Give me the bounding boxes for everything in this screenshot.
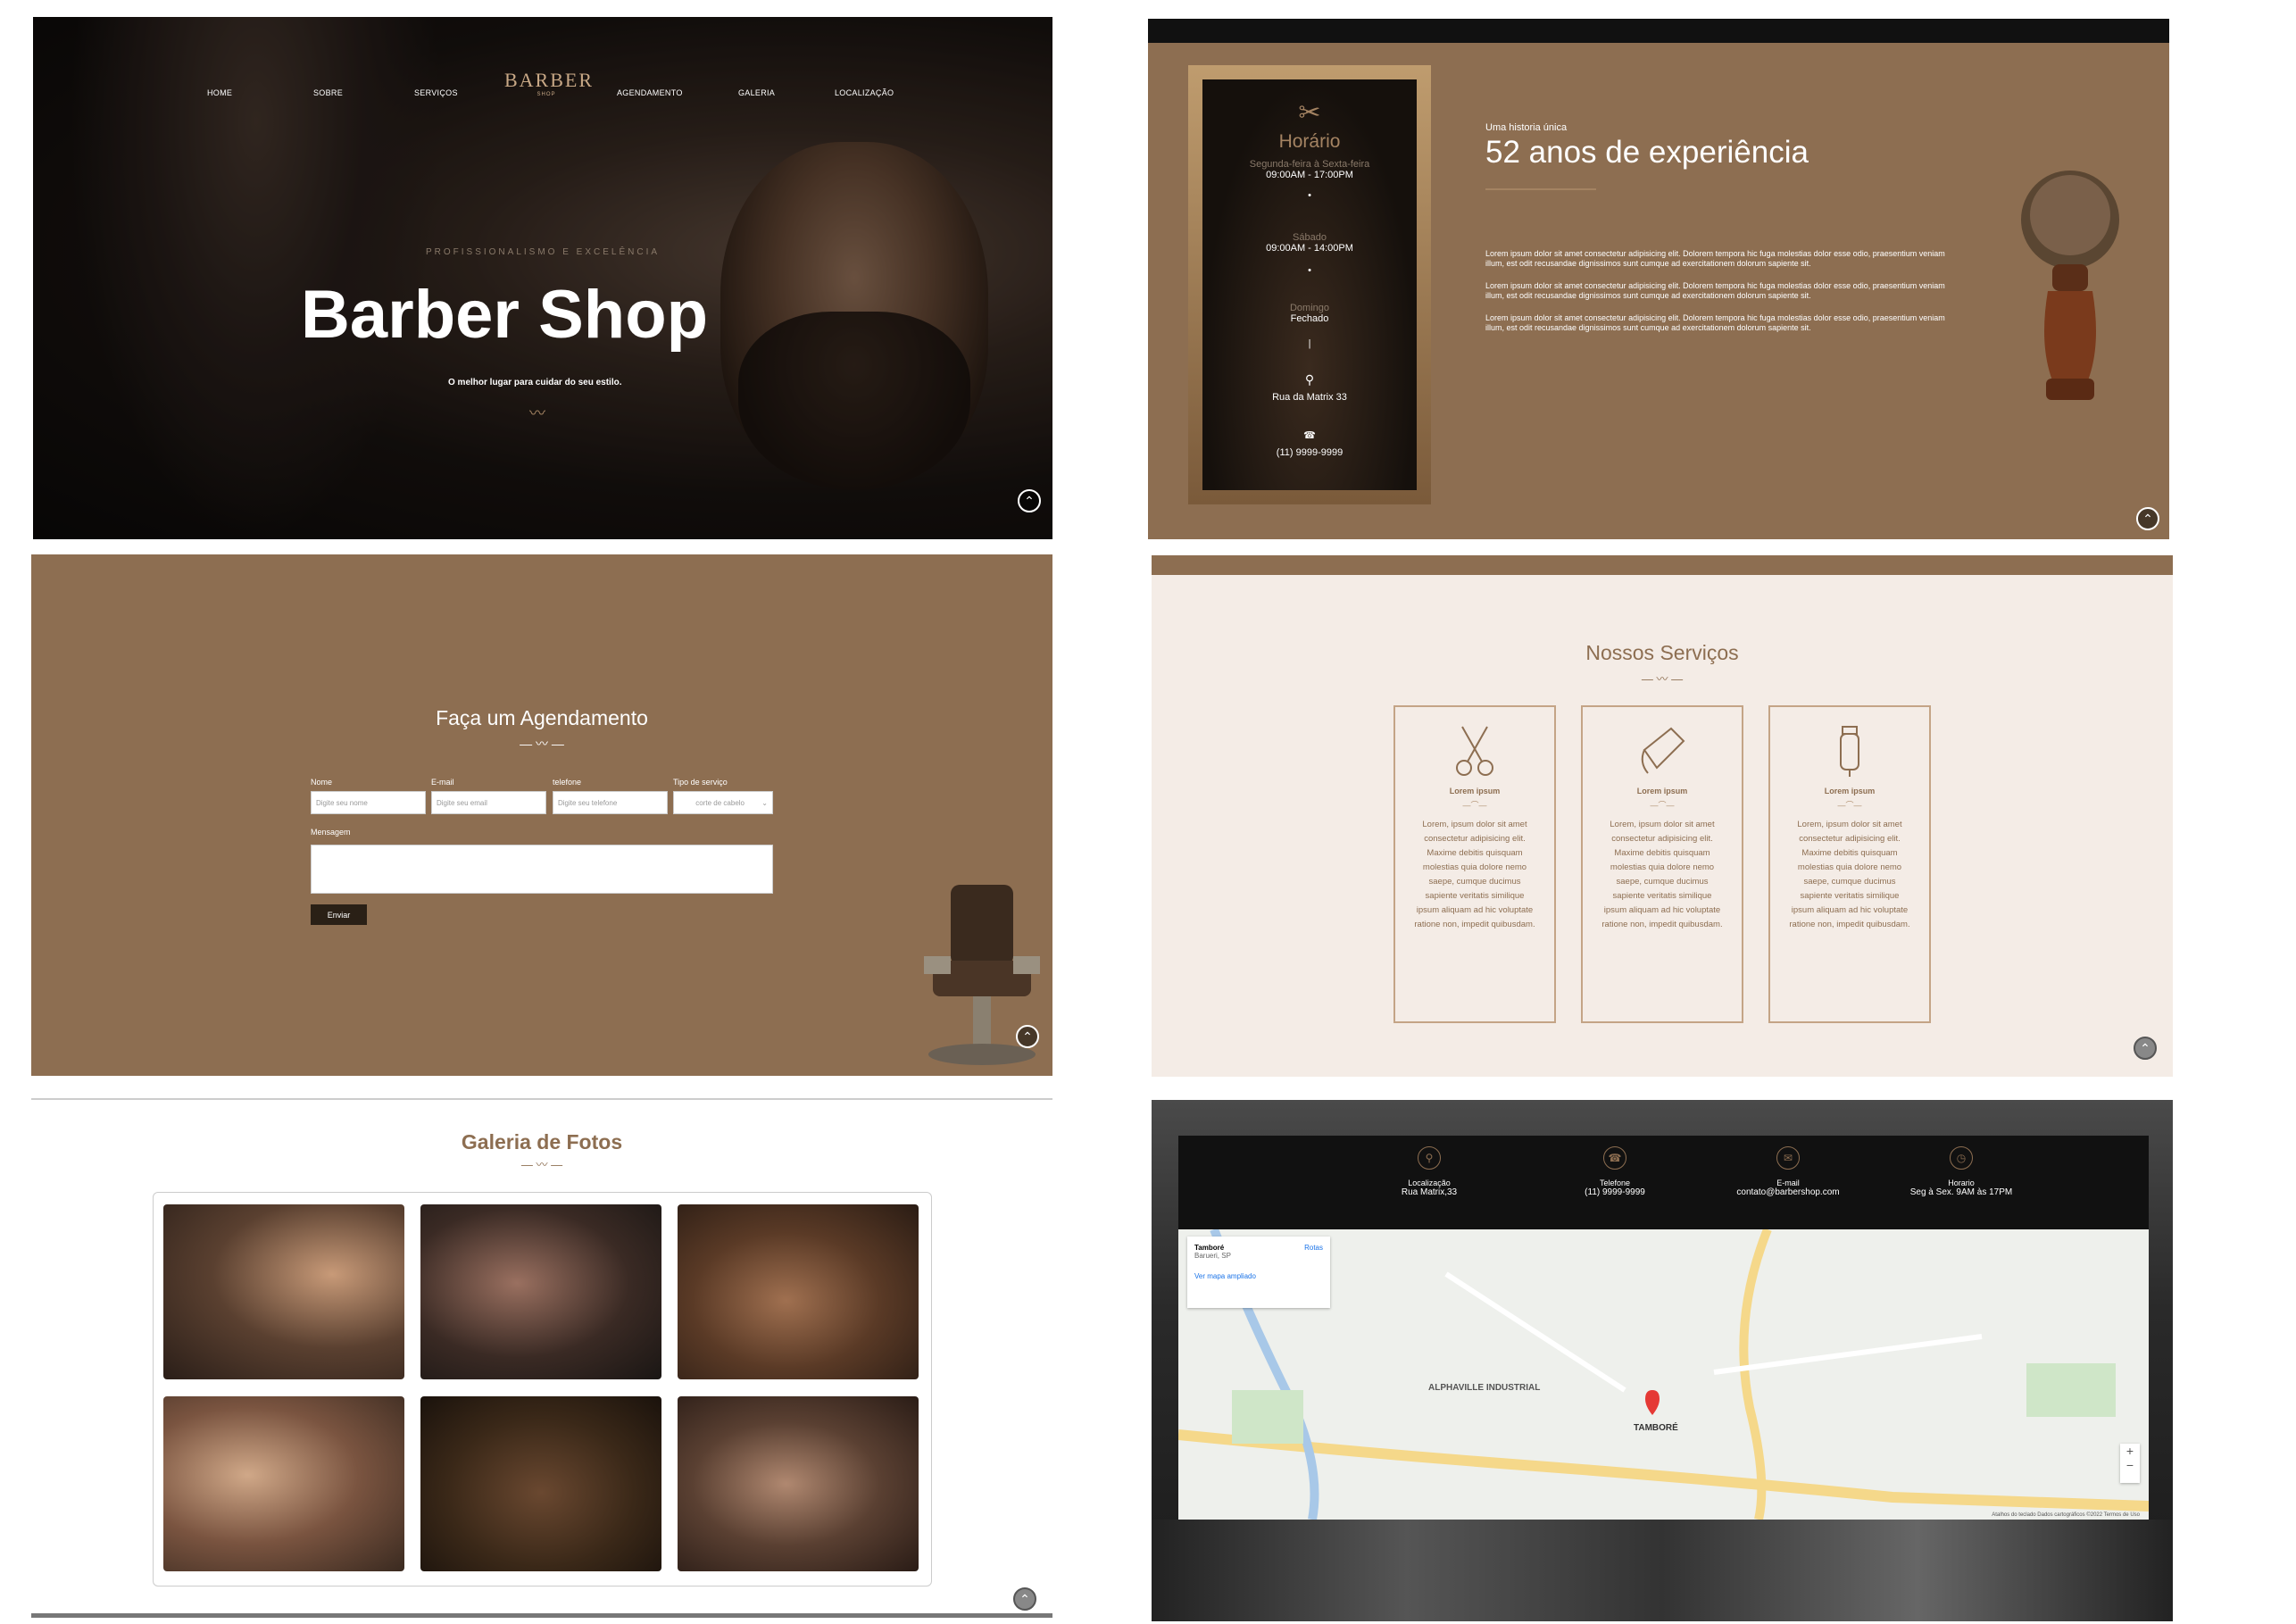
hero-section: HOME SOBRE SERVIÇOS AGENDAMENTO GALERIA … bbox=[33, 17, 1052, 539]
nav-servicos[interactable]: SERVIÇOS bbox=[414, 88, 458, 97]
contact-bar: ⚲ Localização Rua Matrix,33 ☎ Telefone (… bbox=[1178, 1136, 2149, 1229]
email-icon: ✉ bbox=[1776, 1146, 1800, 1170]
scissors-icon: ✂ bbox=[1298, 98, 1321, 128]
service-text: Lorem, ipsum dolor sit amet consectetur … bbox=[1414, 820, 1535, 929]
about-section: ✂ Horário Segunda-feira à Sexta-feira 09… bbox=[1148, 19, 2169, 539]
nav-galeria[interactable]: GALERIA bbox=[738, 88, 775, 97]
service-text: Lorem, ipsum dolor sit amet consectetur … bbox=[1789, 820, 1910, 929]
map-footer: Atalhos do teclado Dados cartográficos ©… bbox=[1992, 1512, 2140, 1518]
gallery-title: Galeria de Fotos bbox=[461, 1130, 623, 1153]
clock-icon: ◷ bbox=[1950, 1146, 1973, 1170]
gallery-section: Galeria de Fotos — 〰 — ⌃ bbox=[31, 1098, 1052, 1618]
name-input[interactable]: Digite seu nome bbox=[311, 791, 426, 814]
contact-item-location: ⚲ Localização Rua Matrix,33 bbox=[1340, 1146, 1518, 1197]
map-info-card: Tamboré Barueri, SP Rotas Ver mapa ampli… bbox=[1187, 1237, 1330, 1308]
larger-map-link[interactable]: Ver mapa ampliado bbox=[1194, 1272, 1323, 1280]
nav-agendamento[interactable]: AGENDAMENTO bbox=[617, 88, 683, 97]
zoom-in-button[interactable]: + bbox=[2120, 1444, 2140, 1458]
svg-text:TAMBORÉ: TAMBORÉ bbox=[1634, 1421, 1678, 1433]
service-card[interactable]: Lorem ipsum —⌒— Lorem, ipsum dolor sit a… bbox=[1768, 705, 1931, 1023]
mustache-icon: 〰 bbox=[529, 404, 545, 422]
zoom-controls[interactable]: + − bbox=[2120, 1444, 2140, 1483]
scroll-up-button[interactable]: ⌃ bbox=[2136, 507, 2159, 530]
service-title: Lorem ipsum bbox=[1824, 787, 1876, 795]
scroll-up-button[interactable]: ⌃ bbox=[1013, 1587, 1036, 1611]
services-title: Nossos Serviços bbox=[1585, 641, 1739, 664]
name-label: Nome bbox=[311, 778, 333, 787]
scroll-up-button[interactable]: ⌃ bbox=[1016, 1025, 1039, 1048]
contact-item-email: ✉ E-mail contato@barbershop.com bbox=[1699, 1146, 1877, 1197]
service-select[interactable]: corte de cabelo ⌄ bbox=[673, 791, 773, 814]
about-title: 52 anos de experiência bbox=[1485, 135, 1809, 170]
service-text: Lorem, ipsum dolor sit amet consectetur … bbox=[1601, 820, 1723, 929]
submit-button[interactable]: Enviar bbox=[311, 904, 367, 925]
service-title: Lorem ipsum bbox=[1636, 787, 1688, 795]
message-label: Mensagem bbox=[311, 828, 351, 837]
message-textarea[interactable] bbox=[311, 845, 773, 894]
shaving-brush-image bbox=[2021, 171, 2119, 400]
mustache-icon: — 〰 — bbox=[520, 737, 564, 751]
map-embed[interactable]: ALPHAVILLE INDUSTRIAL TAMBORÉ Tamboré Ba… bbox=[1178, 1229, 2149, 1520]
mustache-icon: — 〰 — bbox=[1641, 672, 1684, 686]
contact-section: ⚲ Localização Rua Matrix,33 ☎ Telefone (… bbox=[1152, 1100, 2173, 1621]
nav-sobre[interactable]: SOBRE bbox=[313, 88, 343, 97]
hero-subtitle: O melhor lugar para cuidar do seu estilo… bbox=[448, 378, 622, 387]
service-label: Tipo de serviço bbox=[673, 778, 728, 787]
gallery-photo[interactable] bbox=[163, 1204, 404, 1379]
about-eyebrow: Uma historia única bbox=[1485, 122, 1568, 133]
hero-title: Barber Shop bbox=[301, 277, 709, 353]
hero-tagline: PROFISSIONALISMO E EXCELÊNCIA bbox=[425, 247, 661, 257]
gallery-photo[interactable] bbox=[678, 1204, 919, 1379]
about-paragraph: Lorem ipsum dolor sit amet consectetur a… bbox=[1485, 249, 1945, 268]
about-paragraph: Lorem ipsum dolor sit amet consectetur a… bbox=[1485, 313, 1945, 332]
service-card[interactable]: Lorem ipsum —⌒— Lorem, ipsum dolor sit a… bbox=[1393, 705, 1556, 1023]
appointment-title: Faça um Agendamento bbox=[436, 706, 648, 729]
phone-input[interactable]: Digite seu telefone bbox=[553, 791, 668, 814]
svg-text:ALPHAVILLE INDUSTRIAL: ALPHAVILLE INDUSTRIAL bbox=[1428, 1383, 1540, 1393]
gallery-photo[interactable] bbox=[420, 1396, 661, 1571]
nav-home[interactable]: HOME bbox=[207, 88, 232, 97]
services-section: Nossos Serviços — 〰 — Lorem ipsum —⌒— Lo… bbox=[1152, 555, 2173, 1077]
mustache-icon: — 〰 — bbox=[520, 1158, 563, 1171]
scroll-up-button[interactable]: ⌃ bbox=[1018, 489, 1041, 512]
shop-interior-photo bbox=[1152, 1520, 2173, 1621]
email-input[interactable]: Digite seu email bbox=[431, 791, 546, 814]
phone-icon: ☎ bbox=[1303, 430, 1316, 441]
razor-icon bbox=[1641, 727, 1685, 774]
email-label: E-mail bbox=[431, 778, 454, 787]
service-card[interactable]: Lorem ipsum —⌒— Lorem, ipsum dolor sit a… bbox=[1581, 705, 1743, 1023]
appointment-section: Faça um Agendamento — 〰 — Nome Digite se… bbox=[31, 554, 1052, 1076]
gallery-photo[interactable] bbox=[678, 1396, 919, 1571]
location-icon: ⚲ bbox=[1304, 372, 1315, 387]
hours-title: Horário bbox=[1278, 131, 1341, 152]
scissors-icon bbox=[1456, 726, 1493, 776]
hours-card: ✂ Horário Segunda-feira à Sexta-feira 09… bbox=[1188, 65, 1431, 504]
chevron-down-icon: ⌄ bbox=[761, 799, 768, 807]
logo[interactable]: BARBER SHOP bbox=[504, 53, 592, 124]
gallery-photo[interactable] bbox=[420, 1204, 661, 1379]
phone-icon: ☎ bbox=[1603, 1146, 1626, 1170]
contact-item-phone: ☎ Telefone (11) 9999-9999 bbox=[1526, 1146, 1704, 1197]
location-icon: ⚲ bbox=[1418, 1146, 1441, 1170]
service-title: Lorem ipsum bbox=[1449, 787, 1501, 795]
gallery-photo[interactable] bbox=[163, 1396, 404, 1571]
contact-item-hours: ◷ Horario Seg à Sex. 9AM às 17PM bbox=[1872, 1146, 2051, 1197]
nav-localizacao[interactable]: LOCALIZAÇÃO bbox=[835, 88, 894, 97]
about-paragraph: Lorem ipsum dolor sit amet consectetur a… bbox=[1485, 281, 1945, 300]
clipper-icon bbox=[1840, 726, 1859, 777]
directions-link[interactable]: Rotas bbox=[1304, 1244, 1323, 1252]
zoom-out-button[interactable]: − bbox=[2120, 1458, 2140, 1472]
phone-label: telefone bbox=[553, 778, 582, 787]
scroll-up-button[interactable]: ⌃ bbox=[2134, 1037, 2157, 1060]
